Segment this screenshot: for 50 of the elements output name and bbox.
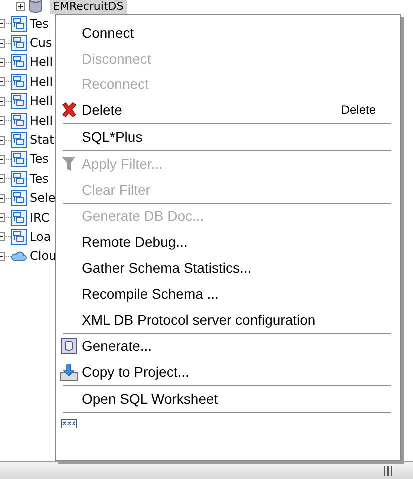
window-icon (11, 210, 27, 226)
resize-grip-icon[interactable] (384, 466, 393, 476)
tree-item[interactable]: IRC (30, 210, 50, 225)
window-icon (11, 228, 27, 245)
filter-icon (62, 156, 76, 172)
cloud-icon (11, 251, 27, 262)
tree-item[interactable]: Stat (30, 133, 54, 148)
tree-item[interactable]: Tes (30, 172, 49, 186)
database-icon (61, 338, 77, 354)
shortcut-label: Delete (341, 103, 376, 118)
menu-item: Apply Filter... (56, 150, 400, 177)
database-icon (29, 0, 43, 13)
menu-item[interactable]: Generate... (56, 334, 400, 360)
tree-item[interactable]: Hell (30, 55, 54, 70)
tree-item[interactable]: Hell (30, 74, 54, 89)
menu-item: Clear Filter (81, 180, 152, 200)
window-icon (11, 132, 27, 148)
window-icon (11, 35, 27, 52)
import-icon (60, 364, 78, 381)
menu-item[interactable]: Gather Schema Statistics... (56, 255, 400, 281)
menu-item[interactable]: Recompile Schema ... (56, 280, 400, 307)
window-icon (11, 190, 27, 206)
window-icon (11, 16, 27, 32)
menu-item[interactable]: Delete Delete (56, 97, 400, 124)
menu-item[interactable]: Open SQL Worksheet (56, 386, 400, 412)
menu-item: Generate DB Doc... (81, 207, 206, 226)
menu-item[interactable]: Connect (56, 20, 400, 46)
window-icon (11, 151, 27, 168)
menu-item[interactable]: SQL*Plus (56, 124, 400, 150)
window-icon (11, 112, 27, 129)
menu-item[interactable]: Remote Debug... (56, 229, 400, 256)
window-icon (11, 93, 27, 110)
tree-item[interactable]: Sele (30, 191, 56, 206)
tree-item[interactable]: Tes (30, 152, 49, 166)
tree-item[interactable]: Hell (30, 94, 54, 108)
expand-icon[interactable] (16, 2, 25, 11)
window-icon (11, 74, 27, 90)
menu-item[interactable]: XML DB Protocol server configuration (56, 306, 400, 333)
tree-item[interactable]: Tes (30, 16, 49, 31)
tree-item[interactable]: Loa (30, 230, 52, 244)
menu-item: Reconnect (81, 75, 150, 94)
table-icon (61, 418, 77, 428)
tree-item[interactable]: EMRecruitDS (50, 0, 127, 14)
menu-item: Disconnect (81, 50, 152, 69)
tree-item[interactable]: Hell (30, 114, 54, 128)
tree-item[interactable]: Cus (30, 36, 52, 50)
menu-item[interactable]: Copy to Project... (56, 359, 400, 386)
window-icon (11, 54, 27, 70)
delete-icon (60, 101, 78, 120)
window-icon (11, 170, 27, 187)
